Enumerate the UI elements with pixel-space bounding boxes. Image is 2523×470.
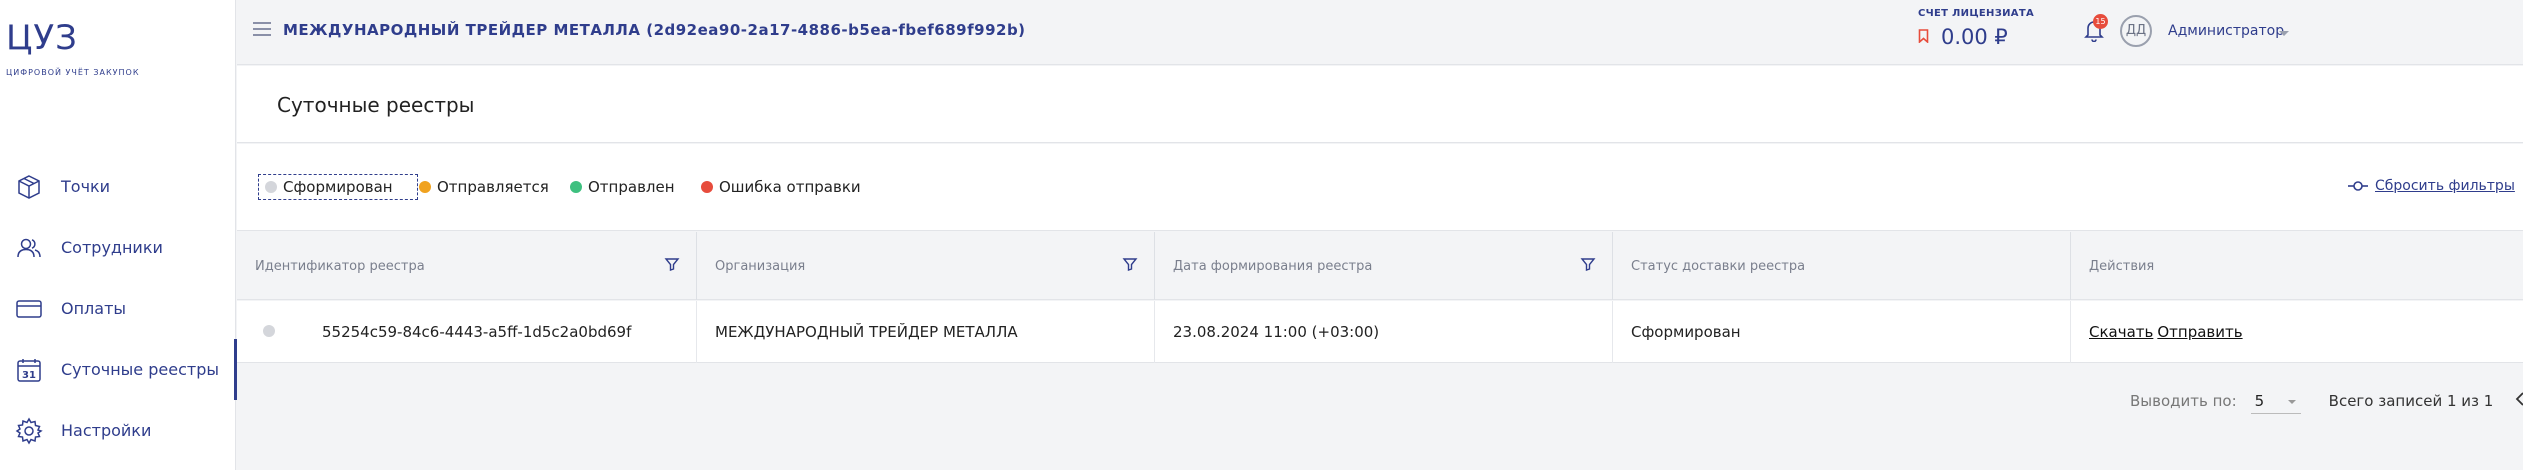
user-name[interactable]: Администратор [2168, 23, 2284, 39]
filter-chip-label: Сформирован [283, 178, 393, 196]
chevron-left-icon[interactable] [2515, 391, 2523, 411]
per-page-select[interactable]: 5 [2250, 388, 2301, 414]
column-header-label: Статус доставки реестра [1631, 258, 1806, 274]
chevron-down-icon [2287, 392, 2297, 410]
column-header-actions: Действия [2071, 232, 2523, 300]
sidebar-item-label: Точки [61, 177, 111, 196]
download-link[interactable]: Скачать [2089, 323, 2153, 341]
cell-actions: Скачать Отправить [2071, 301, 2523, 363]
table-row: 55254c59-84c6-4443-a5ff-1d5c2a0bd69f МЕЖ… [237, 301, 2523, 363]
send-link[interactable]: Отправить [2157, 323, 2242, 341]
sidebar-item-payments[interactable]: Оплаты [0, 278, 236, 339]
sidebar-item-label: Оплаты [61, 299, 127, 318]
filter-chip-label: Отправлен [588, 178, 675, 196]
box-icon [14, 172, 44, 202]
sidebar-item-label: Настройки [61, 421, 152, 440]
per-page-value: 5 [2254, 391, 2265, 410]
sidebar: ЦУЗ ЦИФРОВОЙ УЧЁТ ЗАКУПОК Точки Сотрудни… [0, 0, 237, 470]
calendar-icon: 31 [14, 355, 44, 385]
organization-title: МЕЖДУНАРОДНЫЙ ТРЕЙДЕР МЕТАЛЛА (2d92ea90-… [283, 21, 1026, 39]
per-page-label: Выводить по: [2130, 392, 2237, 410]
column-header-label: Дата формирования реестра [1173, 258, 1373, 274]
sidebar-item-label: Сотрудники [61, 238, 163, 257]
filter-chip-formed[interactable]: Сформирован [258, 174, 418, 200]
gear-icon [14, 416, 44, 446]
filter-icon[interactable] [1122, 256, 1138, 276]
sidebar-item-daily-registers[interactable]: 31 Суточные реестры [0, 339, 237, 400]
column-header-label: Действия [2089, 258, 2155, 274]
sidebar-item-label: Суточные реестры [61, 360, 219, 379]
users-icon [14, 233, 44, 263]
licensee-account: СЧЕТ ЛИЦЕНЗИАТА 0.00 ₽ [1918, 8, 2034, 49]
column-header-date: Дата формирования реестра [1155, 232, 1613, 300]
filter-icon[interactable] [1580, 256, 1596, 276]
reset-filters-button[interactable]: Сбросить фильтры [2347, 178, 2515, 194]
filter-chip-sending[interactable]: Отправляется [419, 174, 549, 200]
logo[interactable]: ЦУЗ ЦИФРОВОЙ УЧЁТ ЗАКУПОК [6, 18, 140, 77]
logo-main: ЦУЗ [6, 18, 78, 58]
notification-badge: 15 [2093, 14, 2108, 29]
sidebar-item-employees[interactable]: Сотрудники [0, 217, 236, 278]
page-title: Суточные реестры [277, 93, 475, 117]
cell-status: Сформирован [1613, 301, 2071, 363]
status-dot [701, 181, 713, 193]
reset-filter-icon [2348, 181, 2368, 191]
pagination: Выводить по: 5 Всего записей 1 из 1 [2130, 388, 2523, 414]
status-filters: Сформирован Отправляется Отправлен Ошибк… [237, 144, 2523, 231]
total-records: Всего записей 1 из 1 [2328, 392, 2494, 410]
filter-chip-label: Отправляется [437, 178, 549, 196]
calendar-icon-text: 31 [22, 370, 36, 381]
account-label: СЧЕТ ЛИЦЕНЗИАТА [1918, 8, 2034, 19]
menu-icon[interactable] [253, 22, 271, 38]
logo-subtitle: ЦИФРОВОЙ УЧЁТ ЗАКУПОК [6, 68, 140, 77]
card-icon [14, 294, 44, 324]
column-header-status: Статус доставки реестра [1613, 232, 2071, 300]
cell-date: 23.08.2024 11:00 (+03:00) [1155, 301, 1613, 363]
bookmark-icon [1918, 28, 1929, 47]
sidebar-item-points[interactable]: Точки [0, 156, 236, 217]
filter-chip-label: Ошибка отправки [719, 178, 861, 196]
cell-register-id: 55254c59-84c6-4443-a5ff-1d5c2a0bd69f [237, 301, 697, 363]
avatar[interactable]: ДД [2120, 15, 2152, 47]
column-header-label: Организация [715, 258, 806, 274]
filter-icon[interactable] [664, 256, 680, 276]
page-title-bar: Суточные реестры [237, 66, 2523, 143]
sidebar-item-settings[interactable]: Настройки [0, 400, 236, 461]
chevron-down-icon[interactable] [2278, 24, 2290, 43]
cell-organization: МЕЖДУНАРОДНЫЙ ТРЕЙДЕР МЕТАЛЛА [697, 301, 1155, 363]
column-header-organization: Организация [697, 232, 1155, 300]
table-header: Идентификатор реестра Организация Дата ф… [237, 232, 2523, 300]
account-balance: 0.00 ₽ [1941, 25, 2008, 49]
status-dot [419, 181, 431, 193]
filter-chip-error[interactable]: Ошибка отправки [701, 174, 861, 200]
status-dot [265, 181, 277, 193]
filter-chip-sent[interactable]: Отправлен [570, 174, 675, 200]
status-dot [570, 181, 582, 193]
column-header-id: Идентификатор реестра [237, 232, 697, 300]
sidebar-nav: Точки Сотрудники Оплаты 31 Суточные реес… [0, 156, 237, 461]
column-header-label: Идентификатор реестра [255, 258, 425, 274]
reset-filters-label: Сбросить фильтры [2375, 178, 2515, 194]
